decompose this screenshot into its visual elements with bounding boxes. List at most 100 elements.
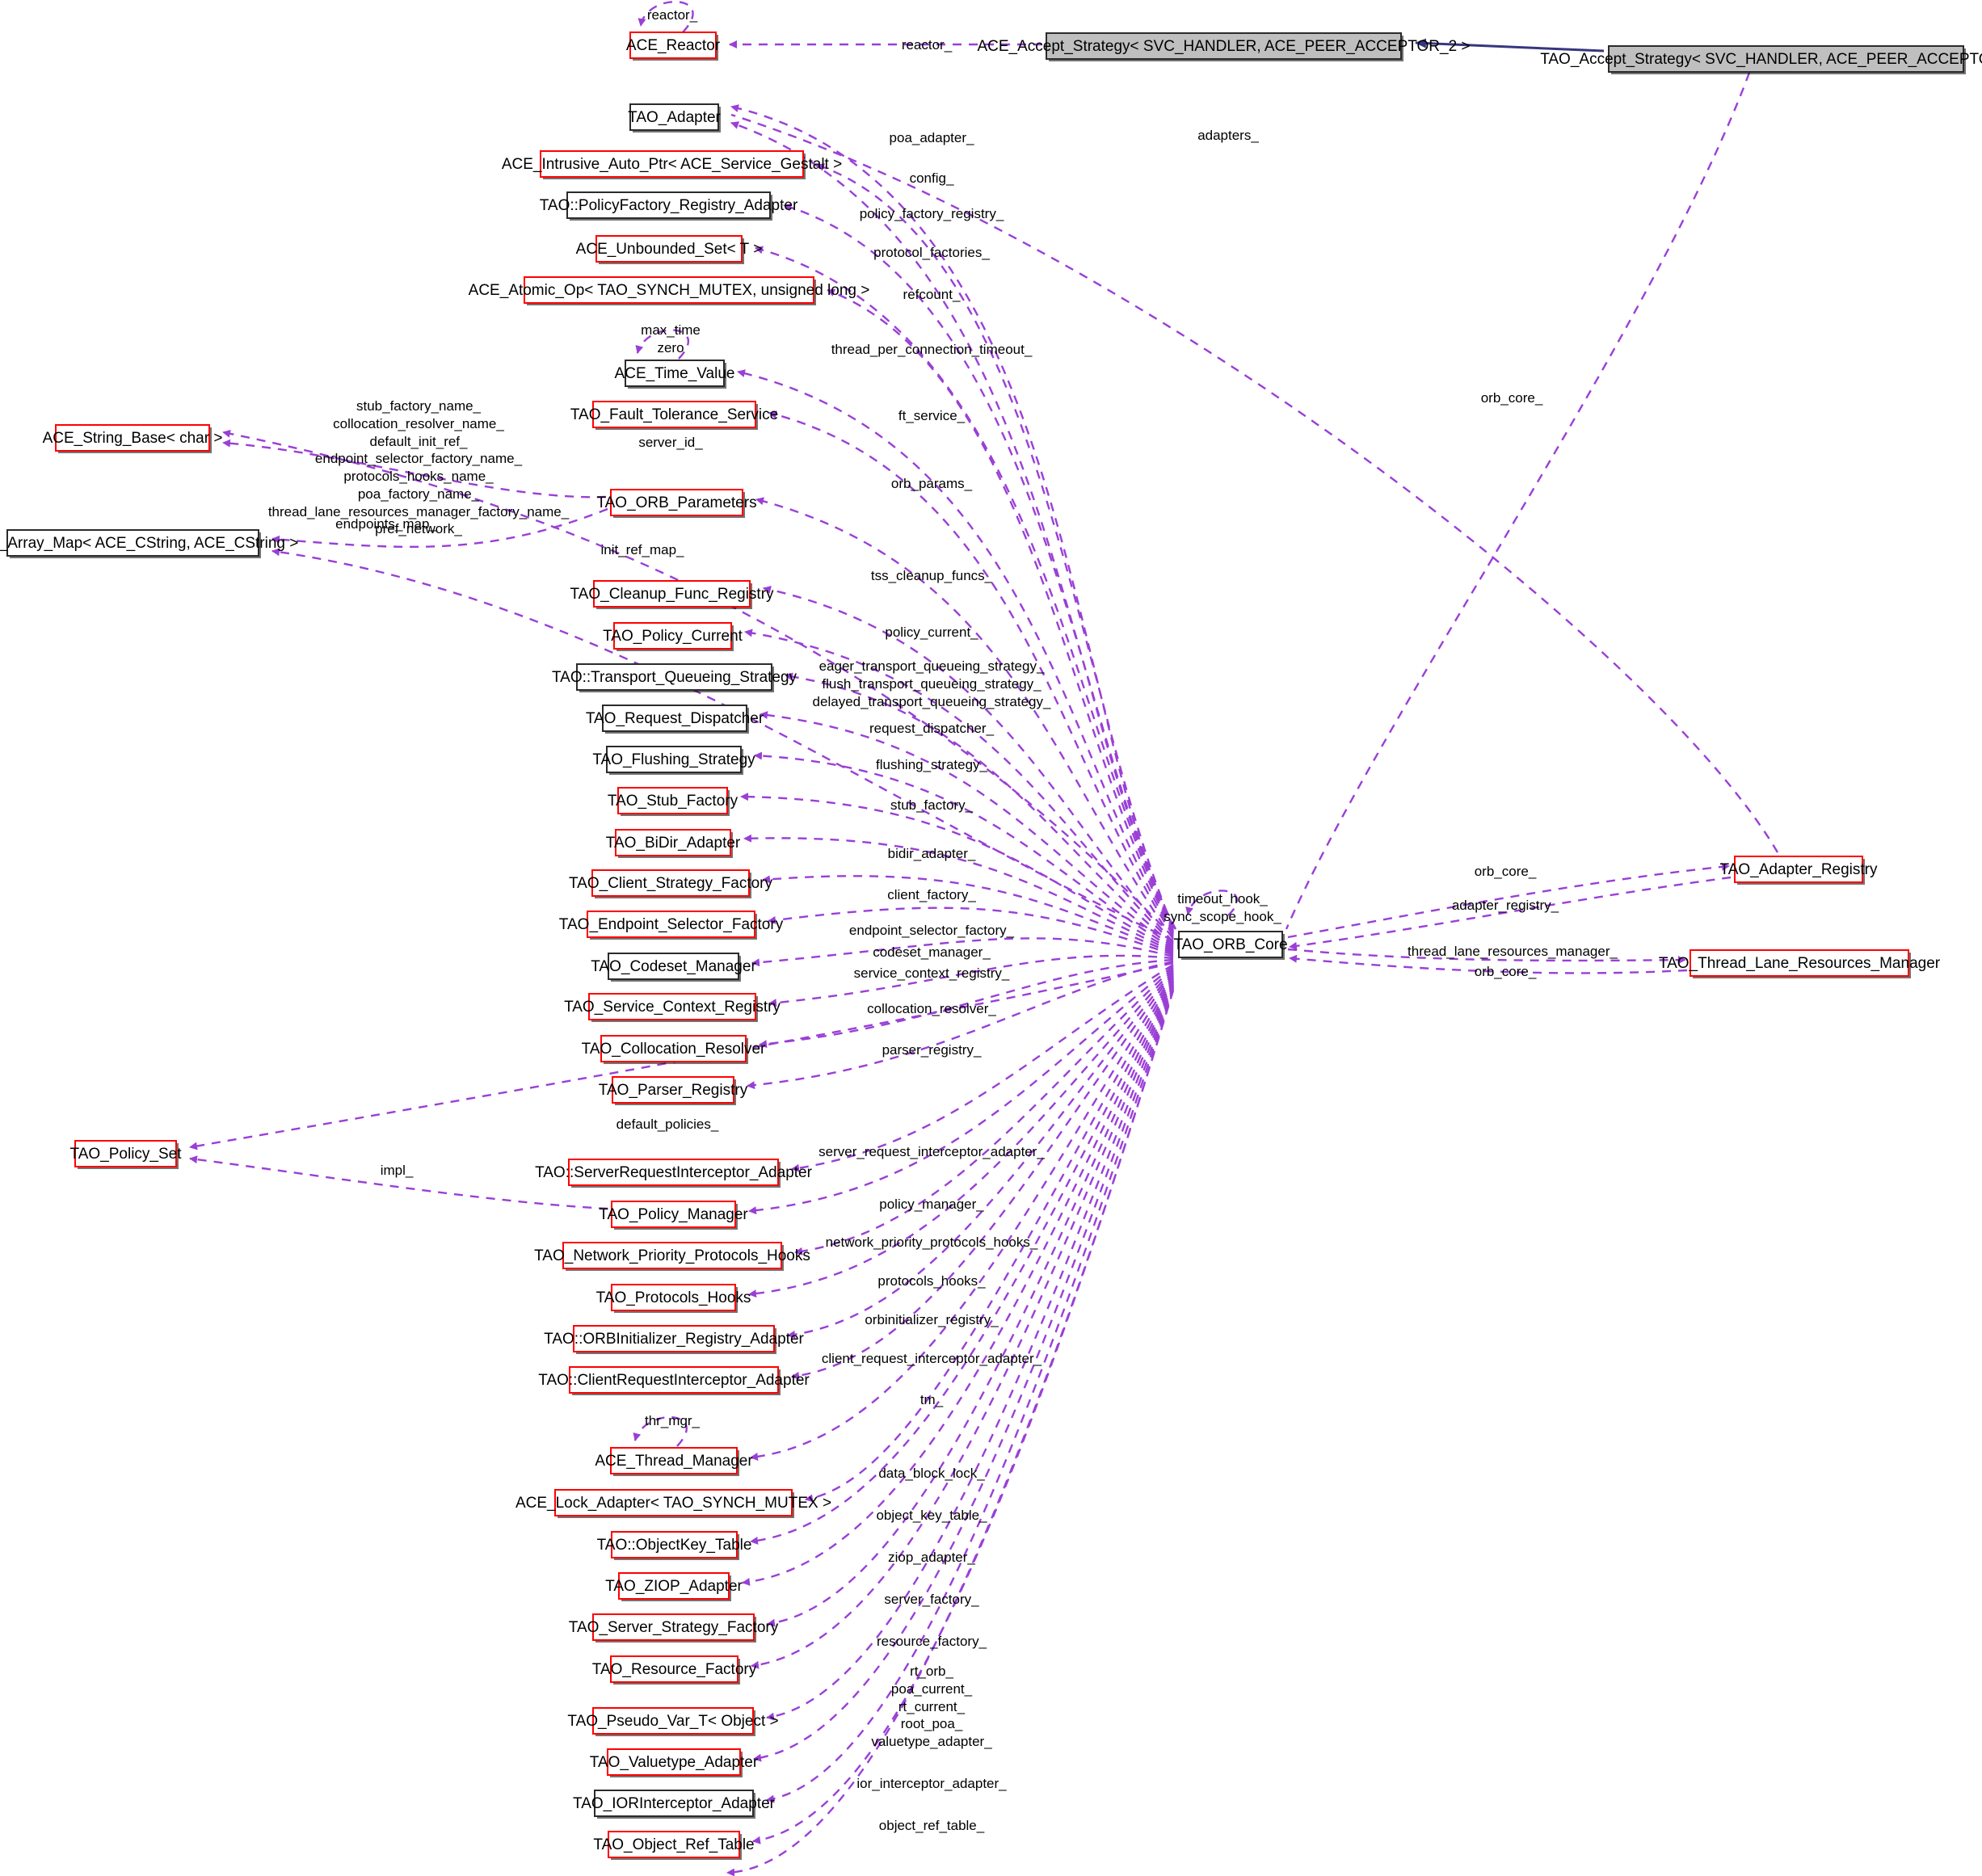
edge-label-collocation-resolver: collocation_resolver_	[867, 1001, 996, 1016]
node-tao-protocols-hooks[interactable]: TAO_Protocols_Hooks	[596, 1284, 751, 1311]
node-tao-fault-tolerance-service[interactable]: TAO_Fault_Tolerance_Service	[570, 401, 778, 428]
node-label: TAO_Fault_Tolerance_Service	[570, 406, 779, 423]
node-label: ACE_Atomic_Op< TAO_SYNCH_MUTEX, unsigned…	[468, 281, 870, 299]
edge-label-tm: tm_	[919, 1392, 944, 1407]
node-tao-client-strategy-factory[interactable]: TAO_Client_Strategy_Factory	[569, 869, 772, 897]
node-tao-endpoint-selector-factory[interactable]: TAO_Endpoint_Selector_Factory	[559, 911, 783, 938]
node-ace-reactor[interactable]: ACE_Reactor	[626, 32, 720, 59]
node-tao-request-dispatcher[interactable]: TAO_Request_Dispatcher	[586, 705, 764, 732]
node-label: TAO_Request_Dispatcher	[585, 709, 764, 727]
node-serverrequestinterceptor-adapter[interactable]: TAO::ServerRequestInterceptor_Adapter	[535, 1159, 812, 1186]
node-label: TAO_Policy_Current	[603, 627, 743, 645]
node-tao-object-ref-table[interactable]: TAO_Object_Ref_Table	[593, 1831, 755, 1858]
edge-label-refcount: refcount_	[903, 287, 961, 302]
edge-label-timeout-sync-hooks: timeout_hook_ sync_scope_hook_	[1164, 891, 1281, 924]
node-label: TAO_Cleanup_Func_Registry	[570, 585, 774, 603]
node-tao-bidir-adapter[interactable]: TAO_BiDir_Adapter	[606, 829, 740, 856]
edge-label-policy-manager: policy_manager_	[879, 1197, 984, 1212]
node-tao-orb-core[interactable]: TAO_ORB_Core	[1173, 931, 1288, 958]
edge-label-client-factory: client_factory_	[887, 887, 976, 902]
node-label: TAO_Adapter	[628, 108, 721, 126]
node-tao-parser-registry[interactable]: TAO_Parser_Registry	[599, 1076, 747, 1104]
node-label: ACE_Time_Value	[614, 364, 735, 382]
node-ace-accept-strategy-2[interactable]: ACE_Accept_Strategy< SVC_HANDLER, ACE_PE…	[977, 32, 1471, 60]
collaboration-diagram-canvas: ACE_Reactor ACE_Accept_Strategy< SVC_HAN…	[0, 0, 1982, 1876]
node-tao-thread-lane-resources-manager[interactable]: TAO_Thread_Lane_Resources_Manager	[1659, 949, 1940, 977]
node-label: TAO_Stub_Factory	[607, 792, 739, 810]
node-tao-adapter[interactable]: TAO_Adapter	[628, 103, 721, 131]
node-tao-pseudo-var-t-object[interactable]: TAO_Pseudo_Var_T< Object >	[567, 1707, 779, 1735]
node-tao-ziop-adapter[interactable]: TAO_ZIOP_Adapter	[605, 1572, 743, 1600]
node-orbinitializer-registry-adapter[interactable]: TAO::ORBInitializer_Registry_Adapter	[544, 1325, 804, 1352]
node-label: ACE_Thread_Manager	[595, 1452, 753, 1470]
node-label: TAO_Client_Strategy_Factory	[568, 874, 773, 892]
node-tao-cleanup-func-registry[interactable]: TAO_Cleanup_Func_Registry	[570, 580, 774, 608]
node-tao-resource-factory[interactable]: TAO_Resource_Factory	[592, 1655, 756, 1683]
node-label: ACE_Unbounded_Set< T >	[575, 240, 763, 258]
node-objectkey-table[interactable]: TAO::ObjectKey_Table	[597, 1531, 751, 1558]
node-ace-lock-adapter[interactable]: ACE_Lock_Adapter< TAO_SYNCH_MUTEX >	[515, 1489, 831, 1516]
node-clientrequestinterceptor-adapter[interactable]: TAO::ClientRequestInterceptor_Adapter	[538, 1366, 810, 1394]
node-tao-stub-factory[interactable]: TAO_Stub_Factory	[608, 787, 738, 814]
edge-label-adapters: adapters_	[1197, 128, 1259, 143]
edge-label-flushing-strategy: flushing_strategy_	[876, 757, 987, 772]
node-tao-orb-parameters[interactable]: TAO_ORB_Parameters	[596, 489, 757, 516]
node-ace-atomic-op[interactable]: ACE_Atomic_Op< TAO_SYNCH_MUTEX, unsigned…	[469, 276, 869, 304]
edge-label-policy-current: policy_current_	[885, 625, 978, 640]
node-tao-flushing-strategy[interactable]: TAO_Flushing_Strategy	[592, 746, 755, 773]
edge-label-protocols-hooks: protocols_hooks_	[877, 1273, 986, 1289]
node-label: TAO_Accept_Strategy< SVC_HANDLER, ACE_PE…	[1540, 50, 1982, 68]
node-ace-time-value[interactable]: ACE_Time_Value	[615, 360, 734, 387]
edge-label-tss-cleanup-funcs: tss_cleanup_funcs_	[870, 568, 993, 583]
edge-label-queueing-strategies: eager_transport_queueing_strategy_ flush…	[812, 658, 1051, 709]
edge-label-config: config_	[909, 170, 954, 186]
node-label: TAO_ORB_Core	[1173, 936, 1288, 953]
node-label: ACE_String_Base< char >	[42, 429, 223, 447]
edge-label-parser-registry: parser_registry_	[882, 1042, 982, 1058]
node-label: TAO_Thread_Lane_Resources_Manager	[1658, 954, 1941, 972]
node-label: ACE_Accept_Strategy< SVC_HANDLER, ACE_PE…	[977, 37, 1471, 55]
node-policyfactory-registry-adapter[interactable]: TAO::PolicyFactory_Registry_Adapter	[540, 191, 797, 219]
edge-label-network-priority-protocols-hooks: network_priority_protocols_hooks_	[825, 1235, 1038, 1250]
node-label: TAO::Transport_Queueing_Strategy	[551, 668, 797, 686]
node-tao-server-strategy-factory[interactable]: TAO_Server_Strategy_Factory	[569, 1613, 778, 1641]
node-tao-iorinterceptor-adapter[interactable]: TAO_IORInterceptor_Adapter	[573, 1790, 775, 1817]
node-tao-policy-manager[interactable]: TAO_Policy_Manager	[599, 1201, 748, 1228]
node-label: TAO_Endpoint_Selector_Factory	[558, 915, 784, 933]
node-label: TAO_Network_Priority_Protocols_Hooks	[534, 1247, 810, 1264]
edge-label-max-time-zero: max_time zero	[641, 322, 701, 355]
node-label: TAO_Object_Ref_Table	[593, 1836, 755, 1853]
edge-label-endpoints-map: endpoints_map_	[335, 516, 437, 532]
edge-label-client-request-interceptor-adapter: client_request_interceptor_adapter_	[821, 1351, 1042, 1366]
edge-label-data-block-lock: data_block_lock_	[878, 1466, 985, 1481]
edge-label-init-ref-map: init_ref_map_	[600, 542, 684, 557]
node-label: TAO::ObjectKey_Table	[596, 1536, 752, 1554]
node-ace-intrusive-auto-ptr[interactable]: ACE_Intrusive_Auto_Ptr< ACE_Service_Gest…	[502, 150, 842, 178]
node-ace-string-base[interactable]: ACE_String_Base< char >	[43, 424, 222, 452]
node-label: TAO_ZIOP_Adapter	[605, 1577, 743, 1595]
edge-label-orb-core-adapter-registry: orb_core_	[1474, 864, 1537, 879]
node-tao-adapter-registry[interactable]: TAO_Adapter_Registry	[1720, 856, 1878, 883]
node-tao-collocation-resolver[interactable]: TAO_Collocation_Resolver	[582, 1035, 765, 1062]
edge-label-ior-interceptor-adapter: ior_interceptor_adapter_	[856, 1776, 1007, 1791]
node-tao-policy-current[interactable]: TAO_Policy_Current	[603, 622, 743, 650]
node-ace-unbounded-set[interactable]: ACE_Unbounded_Set< T >	[576, 235, 762, 263]
node-ace-array-map[interactable]: ACE_Array_Map< ACE_CString, ACE_CString …	[0, 529, 298, 557]
node-tao-accept-strategy-1[interactable]: TAO_Accept_Strategy< SVC_HANDLER, ACE_PE…	[1540, 45, 1982, 73]
node-label: TAO_Codeset_Manager	[591, 957, 756, 975]
edge-label-object-key-table: object_key_table_	[876, 1508, 987, 1523]
node-label: TAO_Valuetype_Adapter	[589, 1753, 759, 1771]
node-transport-queueing-strategy[interactable]: TAO::Transport_Queueing_Strategy	[552, 663, 797, 691]
node-tao-codeset-manager[interactable]: TAO_Codeset_Manager	[591, 953, 756, 980]
edge-label-request-dispatcher: request_dispatcher_	[869, 721, 995, 736]
edge-label-ziop-adapter: ziop_adapter_	[888, 1550, 975, 1565]
edge-label-endpoint-selector-factory: endpoint_selector_factory_	[848, 923, 1015, 938]
node-tao-policy-set[interactable]: TAO_Policy_Set	[70, 1140, 182, 1167]
node-tao-network-priority-protocols-hooks[interactable]: TAO_Network_Priority_Protocols_Hooks	[534, 1242, 810, 1269]
node-label: TAO_Collocation_Resolver	[581, 1040, 766, 1058]
node-ace-thread-manager[interactable]: ACE_Thread_Manager	[595, 1447, 753, 1474]
node-tao-service-context-registry[interactable]: TAO_Service_Context_Registry	[564, 993, 781, 1020]
node-tao-valuetype-adapter[interactable]: TAO_Valuetype_Adapter	[590, 1748, 758, 1776]
node-label: TAO_Policy_Set	[69, 1145, 182, 1163]
node-label: TAO_Service_Context_Registry	[564, 998, 781, 1016]
